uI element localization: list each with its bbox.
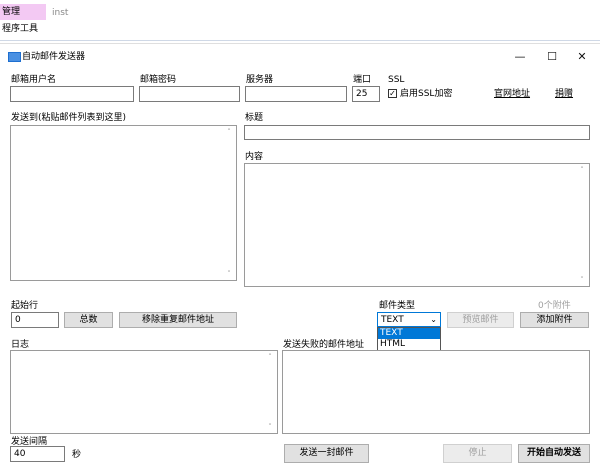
interval-unit: 秒	[72, 450, 82, 460]
start-auto-send-button[interactable]: 开始自动发送	[518, 444, 590, 463]
background-inst-label: inst	[52, 8, 69, 18]
recipients-label: 发送到(粘贴邮件列表到这里)	[11, 113, 127, 123]
mail-sender-window: 自动邮件发送器 — ☐ ✕ 邮箱用户名 邮箱密码 服务器 端口 SSL 25 ✓…	[0, 43, 600, 474]
user-input[interactable]	[10, 86, 134, 102]
background-tools-label: 程序工具	[2, 24, 39, 34]
close-button[interactable]: ✕	[566, 44, 598, 70]
server-input[interactable]	[245, 86, 347, 102]
total-button[interactable]: 总数	[64, 312, 113, 328]
content-textarea[interactable]: ˄ ˅	[244, 163, 590, 287]
maximize-button[interactable]: ☐	[536, 44, 568, 70]
content-label: 内容	[245, 152, 264, 162]
stop-button[interactable]: 停止	[443, 444, 512, 463]
scroll-up-icon[interactable]: ˄	[578, 166, 586, 174]
interval-input[interactable]: 40	[10, 446, 65, 462]
mail-type-option-html[interactable]: HTML	[378, 339, 440, 350]
ssl-checkbox-label: 启用SSL加密	[400, 89, 453, 99]
donate-link[interactable]: 捐赠	[555, 88, 573, 100]
user-label: 邮箱用户名	[11, 75, 57, 85]
scroll-up-icon[interactable]: ˄	[266, 353, 274, 361]
mail-type-select[interactable]: TEXT ⌄	[377, 312, 441, 327]
mail-icon	[8, 52, 21, 62]
password-label: 邮箱密码	[140, 75, 177, 85]
recipients-textarea[interactable]: ˄ ˅	[10, 125, 237, 281]
background-manage-tab[interactable]: 管理	[0, 4, 46, 20]
scroll-down-icon[interactable]: ˅	[225, 270, 233, 278]
failed-textarea[interactable]	[282, 350, 590, 434]
attachment-count: 0个附件	[538, 301, 571, 311]
official-site-link[interactable]: 官网地址	[494, 88, 530, 100]
send-one-button[interactable]: 发送一封邮件	[284, 444, 369, 463]
server-label: 服务器	[246, 75, 274, 85]
ssl-checkbox[interactable]: ✓	[388, 89, 397, 98]
window-title: 自动邮件发送器	[22, 52, 86, 62]
ssl-label: SSL	[388, 75, 405, 85]
start-row-input[interactable]: 0	[11, 312, 59, 328]
background-app-strip	[0, 0, 600, 40]
log-textarea[interactable]: ˄ ˅	[10, 350, 278, 434]
preview-button[interactable]: 预览邮件	[447, 312, 514, 328]
chevron-down-icon: ⌄	[430, 315, 437, 324]
subject-label: 标题	[245, 113, 264, 123]
title-bar: 自动邮件发送器 — ☐ ✕	[0, 44, 600, 70]
subject-input[interactable]	[244, 125, 590, 140]
background-divider	[0, 40, 600, 41]
add-attachment-button[interactable]: 添加附件	[520, 312, 589, 328]
start-row-label: 起始行	[11, 301, 39, 311]
port-input[interactable]: 25	[352, 86, 380, 102]
scroll-down-icon[interactable]: ˅	[266, 423, 274, 431]
mail-type-option-text[interactable]: TEXT	[378, 328, 440, 339]
password-input[interactable]	[139, 86, 240, 102]
dedupe-button[interactable]: 移除重复邮件地址	[119, 312, 237, 328]
mail-type-dropdown[interactable]: TEXT HTML	[377, 327, 441, 351]
port-label: 端口	[353, 75, 372, 85]
mail-type-label: 邮件类型	[379, 301, 416, 311]
scroll-up-icon[interactable]: ˄	[225, 128, 233, 136]
scroll-down-icon[interactable]: ˅	[578, 276, 586, 284]
minimize-button[interactable]: —	[504, 44, 536, 70]
mail-type-selected: TEXT	[381, 315, 404, 325]
